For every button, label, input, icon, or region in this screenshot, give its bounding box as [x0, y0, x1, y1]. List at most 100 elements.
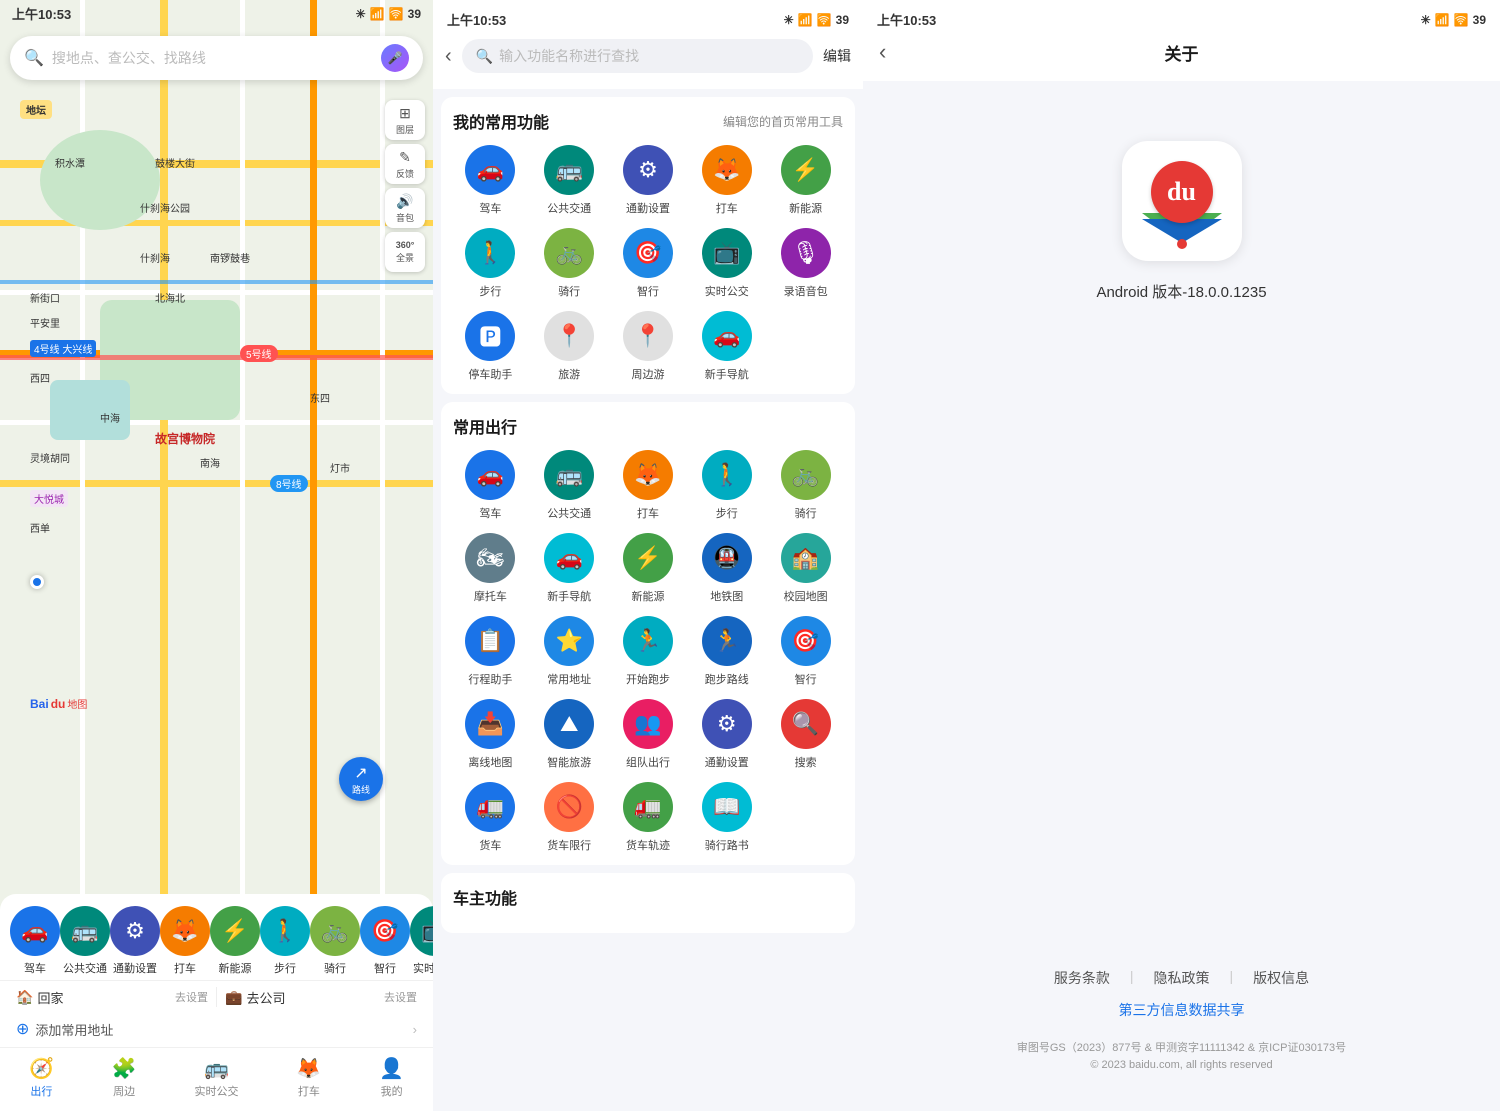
about-nav-row: ‹ 关于 — [863, 31, 1500, 73]
my-features-grid: 🚗 驾车 🚌 公共交通 ⚙ 通勤设置 🦊 打车 ⚡ 新能源 🚶 — [453, 145, 843, 382]
ct-trucklimit[interactable]: 🚫 货车限行 — [532, 782, 607, 853]
route-button[interactable]: ↗ 路线 — [339, 757, 383, 801]
add-address-row[interactable]: ⊕ 添加常用地址 › — [0, 1013, 433, 1047]
quick-item-bike[interactable]: 🚲 骑行 — [310, 906, 360, 976]
about-footer: 审图号GS（2023）877号 & 甲测资字11111342 & 京ICP证03… — [997, 1040, 1366, 1091]
ct-commuteset[interactable]: ⚙ 通勤设置 — [689, 699, 764, 770]
mine-label: 我的 — [381, 1083, 403, 1099]
privacy-link[interactable]: 隐私政策 — [1154, 968, 1210, 988]
quick-item-smart[interactable]: 🎯 智行 — [360, 906, 410, 976]
ct-run[interactable]: 🏃 开始跑步 — [611, 616, 686, 687]
ct-walk[interactable]: 🚶 步行 — [689, 450, 764, 521]
about-status-bar: 上午10:53 ✳ 📶 🛜 39 — [863, 8, 1500, 31]
home-address[interactable]: 🏠 回家 去设置 — [16, 988, 208, 1007]
ct-group[interactable]: 👥 组队出行 — [611, 699, 686, 770]
voice-label: 音包 — [396, 211, 414, 224]
features-search-placeholder: 输入功能名称进行查找 — [499, 46, 639, 66]
feature-commute[interactable]: ⚙ 通勤设置 — [611, 145, 686, 216]
add-address-text: 添加常用地址 — [35, 1020, 113, 1039]
ct-transit-icon: 🚌 — [544, 450, 594, 500]
feature-realbus[interactable]: 📺 实时公交 — [689, 228, 764, 299]
feature-novice[interactable]: 🚗 新手导航 — [689, 311, 764, 382]
features-edit-button[interactable]: 编辑 — [823, 46, 851, 66]
ct-ev[interactable]: ⚡ 新能源 — [611, 533, 686, 604]
ct-truck[interactable]: 🚛 货车 — [453, 782, 528, 853]
third-party-link[interactable]: 第三方信息数据共享 — [1119, 1000, 1245, 1020]
ct-smarttravel-icon: ⛰ — [544, 699, 594, 749]
feature-voice[interactable]: 🎙 录语音包 — [768, 228, 843, 299]
copyright-link[interactable]: 版权信息 — [1253, 968, 1309, 988]
common-travel-title: 常用出行 — [453, 414, 517, 438]
ct-trucktrack-icon: 🚛 — [623, 782, 673, 832]
map-bottom-area: 🚗 驾车 🚌 公共交通 ⚙ 通勤设置 🦊 打车 ⚡ 新能源 🚶 步行 — [0, 894, 433, 1111]
nav-taxi-icon: 🦊 — [296, 1056, 321, 1081]
about-back-button[interactable]: ‹ — [879, 39, 886, 65]
nav-item-transit[interactable]: 🚌 实时公交 — [195, 1056, 239, 1099]
ct-campus[interactable]: 🏫 校园地图 — [768, 533, 843, 604]
nav-transit-icon: 🚌 — [204, 1056, 229, 1081]
ct-moto[interactable]: 🏍 摩托车 — [453, 533, 528, 604]
mic-button[interactable]: 🎤 — [381, 44, 409, 72]
quick-item-drive[interactable]: 🚗 驾车 — [10, 906, 60, 976]
nav-taxi-label: 打车 — [298, 1083, 320, 1099]
nav-item-mine[interactable]: 👤 我的 — [379, 1056, 404, 1099]
ct-moto-icon: 🏍 — [465, 533, 515, 583]
feature-ev[interactable]: ⚡ 新能源 — [768, 145, 843, 216]
quick-item-ev[interactable]: ⚡ 新能源 — [210, 906, 260, 976]
ct-campus-icon: 🏫 — [781, 533, 831, 583]
feature-smart[interactable]: 🎯 智行 — [611, 228, 686, 299]
features-status-bar: 上午10:53 ✳ 📶 🛜 39 — [433, 8, 863, 31]
voice-pack-button[interactable]: 🔊 音包 — [385, 188, 425, 228]
layers-button[interactable]: ⊞ 图层 — [385, 100, 425, 140]
feature-drive[interactable]: 🚗 驾车 — [453, 145, 528, 216]
work-address[interactable]: 💼 去公司 去设置 — [225, 988, 417, 1007]
ct-offline[interactable]: 📥 离线地图 — [453, 699, 528, 770]
realbus-label: 实时公交 — [413, 960, 433, 976]
feature-travel[interactable]: 📍 旅游 — [532, 311, 607, 382]
feature-parking[interactable]: 🅿 停车助手 — [453, 311, 528, 382]
feature-nearby[interactable]: 📍 周边游 — [611, 311, 686, 382]
quick-item-taxi[interactable]: 🦊 打车 — [160, 906, 210, 976]
panorama-button[interactable]: 360° 全景 — [385, 232, 425, 272]
ct-bike[interactable]: 🚲 骑行 — [768, 450, 843, 521]
feedback-button[interactable]: ✎ 反馈 — [385, 144, 425, 184]
nav-item-explore[interactable]: 🧭 出行 — [29, 1056, 54, 1099]
nav-item-taxi[interactable]: 🦊 打车 — [296, 1056, 321, 1099]
feature-taxi[interactable]: 🦊 打车 — [689, 145, 764, 216]
ct-bike-icon: 🚲 — [781, 450, 831, 500]
ct-metro[interactable]: 🚇 地铁图 — [689, 533, 764, 604]
ct-group-icon: 👥 — [623, 699, 673, 749]
transit-label: 公共交通 — [63, 960, 107, 976]
add-icon: ⊕ — [16, 1019, 29, 1039]
quick-item-commute[interactable]: ⚙ 通勤设置 — [110, 906, 160, 976]
ct-novice[interactable]: 🚗 新手导航 — [532, 533, 607, 604]
map-panel: 地坛 积水潭 鼓楼大街 什刹海公园 什刹海 南锣鼓巷 新街口 平安里 北海北 4… — [0, 0, 433, 1111]
ev-label: 新能源 — [219, 960, 252, 976]
feature-transit[interactable]: 🚌 公共交通 — [532, 145, 607, 216]
quick-item-transit[interactable]: 🚌 公共交通 — [60, 906, 110, 976]
quick-item-walk[interactable]: 🚶 步行 — [260, 906, 310, 976]
ct-runroute[interactable]: 🏃 跑步路线 — [689, 616, 764, 687]
ct-savedplace[interactable]: ⭐ 常用地址 — [532, 616, 607, 687]
quick-item-realbus[interactable]: 📺 实时公交 — [410, 906, 433, 976]
ct-itinerary[interactable]: 📋 行程助手 — [453, 616, 528, 687]
map-search-bar[interactable]: 🔍 搜地点、查公交、找路线 🎤 — [10, 36, 423, 80]
features-back-button[interactable]: ‹ — [445, 45, 452, 68]
drive-circle: 🚗 — [465, 145, 515, 195]
ct-cyclebook[interactable]: 📖 骑行路书 — [689, 782, 764, 853]
ct-transit[interactable]: 🚌 公共交通 — [532, 450, 607, 521]
feature-bike[interactable]: 🚲 骑行 — [532, 228, 607, 299]
work-set: 去设置 — [384, 989, 417, 1005]
ct-trucktrack[interactable]: 🚛 货车轨迹 — [611, 782, 686, 853]
ct-truck-icon: 🚛 — [465, 782, 515, 832]
feature-walk[interactable]: 🚶 步行 — [453, 228, 528, 299]
ct-taxi[interactable]: 🦊 打车 — [611, 450, 686, 521]
ct-zhi[interactable]: 🎯 智行 — [768, 616, 843, 687]
nav-item-around[interactable]: 🧩 周边 — [112, 1056, 137, 1099]
ct-smarttravel[interactable]: ⛰ 智能旅游 — [532, 699, 607, 770]
ct-drive[interactable]: 🚗 驾车 — [453, 450, 528, 521]
chevron-right-icon: › — [413, 1022, 417, 1037]
ct-search[interactable]: 🔍 搜索 — [768, 699, 843, 770]
features-search-box[interactable]: 🔍 输入功能名称进行查找 — [462, 39, 813, 73]
terms-link[interactable]: 服务条款 — [1054, 968, 1110, 988]
